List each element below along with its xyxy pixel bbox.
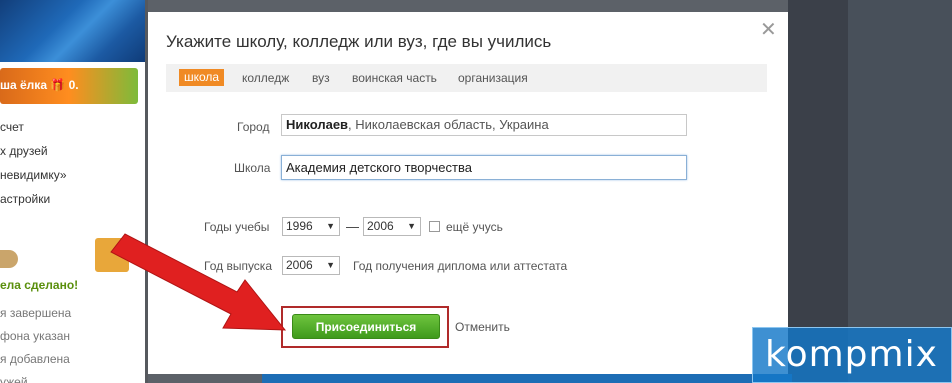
- city-value-rest: , Николаевская область, Украина: [348, 117, 549, 132]
- background-menu-item[interactable]: астройки: [0, 192, 50, 206]
- background-done-item: я завершена: [0, 306, 72, 320]
- background-promo-text: ша ёлка 🎁 0.: [0, 78, 79, 92]
- watermark-text: kompmix: [765, 334, 938, 375]
- still-studying-checkbox[interactable]: [429, 221, 440, 232]
- institution-type-tabs: школа колледж вуз воинская часть организ…: [166, 64, 767, 92]
- graduation-note: Год получения диплома или аттестата: [353, 259, 568, 273]
- background-banner-image: [0, 0, 145, 62]
- close-icon[interactable]: ✕: [760, 20, 777, 40]
- background-menu-item[interactable]: невидимку»: [0, 168, 67, 182]
- city-field[interactable]: Николаев, Николаевская область, Украина: [281, 114, 687, 136]
- background-done-item: фона указан: [0, 329, 71, 343]
- background-done-item: ужей: [0, 375, 28, 383]
- years-dash: —: [346, 219, 359, 234]
- background-done-heading: ела сделано!: [0, 278, 79, 292]
- dialog-title: Укажите школу, колледж или вуз, где вы у…: [166, 32, 552, 51]
- background-page-right: [788, 0, 848, 383]
- tab-school[interactable]: школа: [179, 69, 225, 86]
- tab-university[interactable]: вуз: [312, 71, 330, 85]
- school-field[interactable]: Академия детского творчества: [281, 155, 687, 180]
- watermark-logo: kompmix: [752, 327, 952, 383]
- chevron-down-icon: ▼: [326, 260, 335, 270]
- tab-organization[interactable]: организация: [458, 71, 528, 85]
- tab-college[interactable]: колледж: [242, 71, 289, 85]
- year-to-select[interactable]: 2006 ▼: [363, 217, 421, 236]
- school-label: Школа: [234, 161, 271, 175]
- cancel-link[interactable]: Отменить: [455, 320, 510, 334]
- background-done-item: я добавлена: [0, 352, 70, 366]
- year-to-value: 2006: [367, 219, 394, 233]
- background-page-far-right: [848, 0, 952, 383]
- join-button[interactable]: Присоединиться: [292, 314, 440, 339]
- red-arrow-icon: [110, 233, 287, 331]
- background-menu-item[interactable]: х друзей: [0, 144, 48, 158]
- chevron-down-icon: ▼: [407, 221, 416, 231]
- still-studying-label[interactable]: ещё учусь: [446, 220, 503, 234]
- background-menu-item[interactable]: счет: [0, 120, 24, 134]
- tab-military-unit[interactable]: воинская часть: [352, 71, 437, 85]
- background-pill-shape: [0, 250, 18, 268]
- chevron-down-icon: ▼: [326, 221, 335, 231]
- background-bottom-strip: [262, 374, 792, 383]
- city-value-bold: Николаев: [286, 117, 349, 132]
- city-label: Город: [237, 120, 270, 134]
